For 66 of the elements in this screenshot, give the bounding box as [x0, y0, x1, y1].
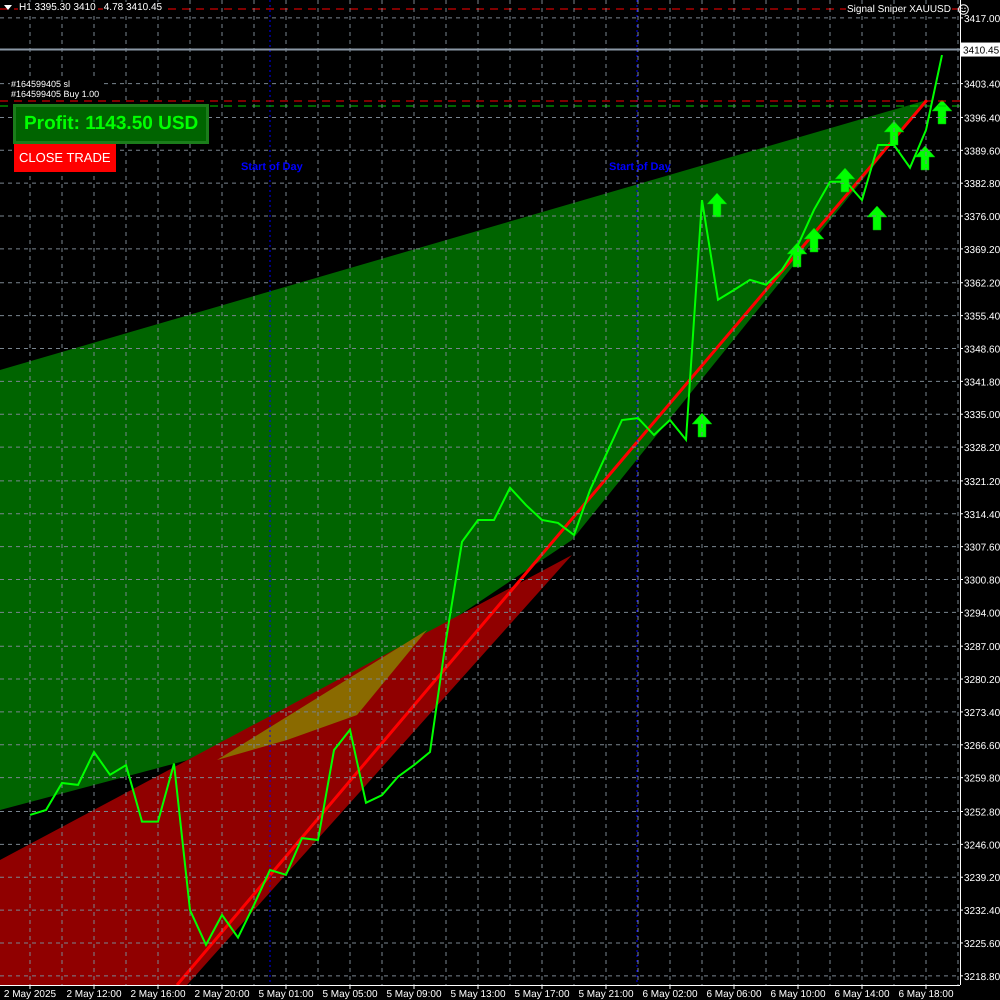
- start-of-day-label: Start of Day: [240, 161, 304, 173]
- price-label: 3389.60: [964, 146, 1000, 158]
- time-label: 5 May 09:00: [386, 989, 442, 1000]
- price-label: 3382.80: [964, 179, 1000, 190]
- price-label: 3328.20: [964, 443, 1000, 454]
- time-label: 6 May 02:00: [642, 989, 698, 1000]
- up-arrow-icon: [866, 206, 888, 230]
- profit-display: Profit: 1143.50 USD: [13, 104, 210, 144]
- price-label: 3355.40: [964, 312, 1000, 323]
- close-trade-button[interactable]: CLOSE TRADE: [14, 144, 116, 172]
- price-label: 3341.80: [964, 377, 1000, 388]
- price-label: 3273.40: [964, 708, 1000, 719]
- price-label: 3232.40: [964, 906, 1000, 918]
- price-label: 3287.00: [964, 642, 1000, 654]
- price-label: 3396.40: [964, 113, 1000, 124]
- up-arrow-icon: [914, 146, 936, 170]
- ref-line-label: 3410.45: [963, 46, 1000, 57]
- time-label: 5 May 13:00: [450, 989, 506, 1000]
- price-label: 3335.00: [964, 410, 1000, 422]
- time-label: 5 May 05:00: [322, 989, 378, 1000]
- price-label: 3280.20: [964, 675, 1000, 686]
- price-label: 3252.80: [964, 808, 1000, 818]
- time-label: 2 May 20:00: [194, 989, 250, 1000]
- time-label: 5 May 17:00: [514, 989, 570, 1000]
- smiley-icon: [958, 4, 969, 15]
- dropdown-icon[interactable]: [4, 5, 12, 10]
- price-label: 3239.20: [964, 873, 1000, 884]
- time-label: 6 May 14:00: [834, 989, 890, 1000]
- price-label: 3307.60: [964, 542, 1000, 554]
- price-label: 3403.40: [964, 80, 1000, 91]
- price-label: 3266.60: [964, 740, 1000, 752]
- start-of-day-label: Start of Day: [608, 161, 672, 173]
- up-arrow-icon: [834, 168, 856, 192]
- order-label: #164599405 sl: [10, 80, 100, 90]
- price-label: 3246.00: [964, 840, 1000, 852]
- up-arrow-icon: [786, 242, 808, 268]
- price-label: 3259.80: [964, 774, 1000, 785]
- up-arrow-icon: [692, 412, 712, 438]
- price-label: 3417.00: [964, 14, 1000, 25]
- indicator-title: Signal Sniper XAUUSD: [846, 4, 952, 15]
- time-label: 5 May 21:00: [578, 989, 634, 1000]
- order-label: #164599405 Buy 1.00: [10, 90, 100, 100]
- time-label: 6 May 06:00: [706, 989, 762, 1000]
- price-label: 3225.60: [964, 938, 1000, 950]
- price-label: 3321.20: [964, 476, 1000, 488]
- up-arrow-icon: [804, 228, 824, 252]
- current-price-label: 3410.45: [961, 42, 1000, 57]
- price-label: 3369.20: [964, 244, 1000, 256]
- quote-info: 4.78 3410.45: [102, 2, 164, 13]
- price-label: 3218.80: [964, 972, 1000, 983]
- price-label: 3376.00: [964, 212, 1000, 224]
- time-label: 2 May 2025: [4, 989, 56, 1000]
- time-label: 6 May 10:00: [770, 989, 826, 1000]
- time-label: 6 May 18:00: [898, 989, 954, 1000]
- price-label: 3300.80: [964, 576, 1000, 586]
- up-arrow-icon: [884, 120, 904, 146]
- time-label: 2 May 12:00: [66, 989, 122, 1000]
- time-label: 2 May 16:00: [130, 989, 186, 1000]
- price-label: 3294.00: [964, 608, 1000, 620]
- price-label: 3314.40: [964, 510, 1000, 521]
- time-label: 5 May 01:00: [258, 989, 314, 1000]
- price-label: 3362.20: [964, 278, 1000, 290]
- symbol-info: H1 3395.30 3410: [18, 2, 97, 13]
- up-arrow-icon: [706, 192, 728, 218]
- price-label: 3348.60: [964, 344, 1000, 356]
- up-arrow-icon: [932, 100, 952, 124]
